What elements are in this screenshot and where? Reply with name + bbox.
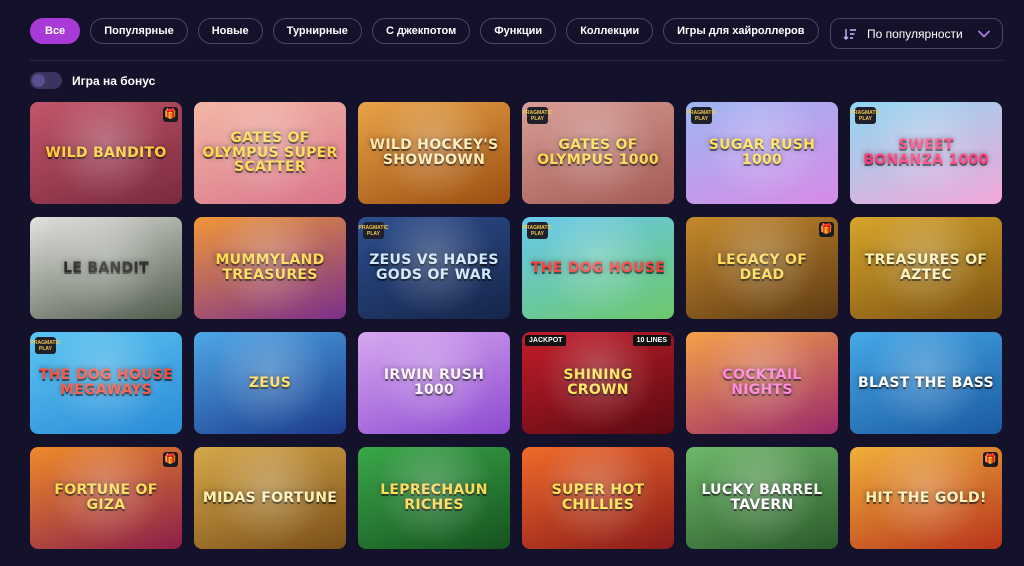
divider xyxy=(30,60,1003,61)
game-title: Sugar Rush 1000 xyxy=(708,137,816,168)
game-title: Cocktail Nights xyxy=(722,367,802,398)
filter-chip[interactable]: Турнирные xyxy=(272,18,362,44)
gift-icon: 🎁 xyxy=(983,452,998,467)
provider-logo-icon: PRAGMATIC PLAY xyxy=(31,337,60,354)
game-tile[interactable]: Gates of Olympus Super Scatter xyxy=(194,102,346,204)
games-grid: Wild Bandito 🎁 Gates of Olympus Super Scat… xyxy=(30,102,1002,549)
category-filter-bar: Все Популярные Новые Турнирные С джекпотом Фу… xyxy=(30,18,819,44)
game-tile[interactable]: Le Bandit xyxy=(30,217,182,319)
game-tile[interactable]: Shining Crown JACKPOT 10 LINES xyxy=(522,332,674,434)
provider-logo-icon: PRAGMATIC PLAY xyxy=(851,107,880,124)
game-tile[interactable]: Wild Bandito 🎁 xyxy=(30,102,182,204)
provider-logo-icon: PRAGMATIC PLAY xyxy=(523,107,552,124)
filter-chip[interactable]: Все xyxy=(30,18,81,44)
filter-chip[interactable]: С джекпотом xyxy=(371,18,471,44)
filter-chip[interactable]: Игры для хайроллеров xyxy=(663,18,819,44)
sort-dropdown[interactable]: По популярности xyxy=(830,18,1003,49)
game-title: Gates of Olympus Super Scatter xyxy=(202,129,338,176)
game-title: Le Bandit xyxy=(63,259,149,276)
toggle-knob xyxy=(32,74,45,87)
sort-lines-icon xyxy=(843,28,856,40)
filter-chip[interactable]: Новые xyxy=(197,18,263,44)
game-title: Wild Bandito xyxy=(45,144,167,161)
game-tile[interactable]: The Dog House Megaways PRAGMATIC PLAY xyxy=(30,332,182,434)
game-title: Lucky Barrel Tavern xyxy=(701,482,823,513)
game-tile[interactable]: Super Hot Chillies xyxy=(522,447,674,549)
game-title: Wild Hockey's Showdown xyxy=(369,137,499,168)
game-tile[interactable]: Treasures of Aztec xyxy=(850,217,1002,319)
provider-logo-icon: PRAGMATIC PLAY xyxy=(687,107,716,124)
game-title: Fortune of Giza xyxy=(54,482,158,513)
game-title: Gates of Olympus 1000 xyxy=(537,137,659,168)
game-title: Blast the Bass xyxy=(858,374,994,391)
filter-chip[interactable]: Популярные xyxy=(90,18,188,44)
game-tile[interactable]: Wild Hockey's Showdown xyxy=(358,102,510,204)
gift-icon: 🎁 xyxy=(163,107,178,122)
chevron-down-icon xyxy=(978,30,990,38)
gift-icon: 🎁 xyxy=(163,452,178,467)
game-tile[interactable]: Zeus xyxy=(194,332,346,434)
game-title: Midas Fortune xyxy=(202,489,338,506)
game-title: Mummyland Treasures xyxy=(215,252,325,283)
game-tile[interactable]: Sugar Rush 1000 PRAGMATIC PLAY xyxy=(686,102,838,204)
game-tile[interactable]: Leprechaun Riches xyxy=(358,447,510,549)
game-title: Hit the Gold! xyxy=(865,489,987,506)
game-tile[interactable]: Blast the Bass xyxy=(850,332,1002,434)
game-title: Sweet Bonanza 1000 xyxy=(863,137,989,168)
game-tile[interactable]: Irwin Rush 1000 xyxy=(358,332,510,434)
game-title: The Dog House xyxy=(530,259,666,276)
jackpot-badge: JACKPOT xyxy=(525,335,567,346)
gift-icon: 🎁 xyxy=(819,222,834,237)
bonus-play-toggle[interactable] xyxy=(30,72,62,89)
provider-logo-icon: PRAGMATIC PLAY xyxy=(359,222,388,239)
game-tile[interactable]: The Dog House PRAGMATIC PLAY xyxy=(522,217,674,319)
game-title: Treasures of Aztec xyxy=(864,252,988,283)
game-title: Legacy of Dead xyxy=(716,252,808,283)
lines-badge: 10 LINES xyxy=(632,335,671,346)
game-tile[interactable]: Zeus vs Hades Gods of War PRAGMATIC PLAY xyxy=(358,217,510,319)
provider-logo-icon: PRAGMATIC PLAY xyxy=(523,222,552,239)
game-tile[interactable]: Cocktail Nights xyxy=(686,332,838,434)
filter-chip[interactable]: Коллекции xyxy=(566,18,654,44)
game-title: Leprechaun Riches xyxy=(380,482,488,513)
sort-label: По популярности xyxy=(867,26,963,41)
game-tile[interactable]: Gates of Olympus 1000 PRAGMATIC PLAY xyxy=(522,102,674,204)
game-tile[interactable]: Fortune of Giza 🎁 xyxy=(30,447,182,549)
game-tile[interactable]: Hit the Gold! 🎁 xyxy=(850,447,1002,549)
game-title: Shining Crown xyxy=(563,367,633,398)
game-title: Super Hot Chillies xyxy=(551,482,645,513)
game-tile[interactable]: Mummyland Treasures xyxy=(194,217,346,319)
game-title: Zeus vs Hades Gods of War xyxy=(369,252,499,283)
game-tile[interactable]: Sweet Bonanza 1000 PRAGMATIC PLAY xyxy=(850,102,1002,204)
bonus-play-label: Игра на бонус xyxy=(72,73,156,88)
bonus-play-toggle-row: Игра на бонус xyxy=(30,72,155,89)
game-tile[interactable]: Lucky Barrel Tavern xyxy=(686,447,838,549)
filter-chip[interactable]: Функции xyxy=(480,18,557,44)
game-title: Irwin Rush 1000 xyxy=(383,367,485,398)
game-title: The Dog House Megaways xyxy=(38,367,174,398)
game-title: Zeus xyxy=(248,374,292,391)
game-tile[interactable]: Midas Fortune xyxy=(194,447,346,549)
game-tile[interactable]: Legacy of Dead 🎁 xyxy=(686,217,838,319)
